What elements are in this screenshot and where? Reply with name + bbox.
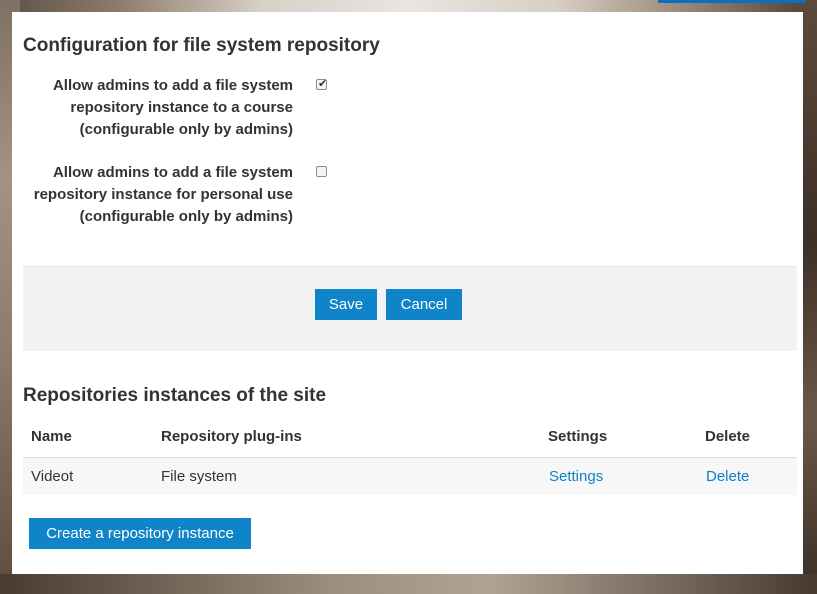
column-header-name: Name [31,428,72,445]
table-row: Videot File system Settings Delete [23,457,797,495]
top-accent-bar [658,0,806,3]
background-bottom [0,574,817,594]
option-course-checkbox[interactable]: ✔ [316,78,328,90]
option-personal-label: Allow admins to add a file system reposi… [33,164,293,225]
instance-name: Videot [31,468,74,485]
content-panel: Configuration for file system repository… [12,12,803,574]
create-repository-instance-button[interactable]: Create a repository instance [29,518,251,549]
settings-link[interactable]: Settings [549,467,603,487]
delete-link[interactable]: Delete [706,467,749,487]
checkmark-icon: ✔ [318,78,328,90]
instance-plugin: File system [161,468,237,485]
option-course-label: Allow admins to add a file system reposi… [52,77,293,138]
config-heading: Configuration for file system repository [23,35,380,56]
cancel-button[interactable]: Cancel [386,289,462,320]
column-header-delete: Delete [705,428,751,445]
save-button[interactable]: Save [315,289,377,320]
option-personal-checkbox[interactable] [316,166,327,177]
instances-heading: Repositories instances of the site [23,385,327,406]
column-header-plugin: Repository plug-ins [161,428,302,445]
form-buttons: Save Cancel [23,266,797,351]
column-header-settings: Settings [548,428,608,445]
